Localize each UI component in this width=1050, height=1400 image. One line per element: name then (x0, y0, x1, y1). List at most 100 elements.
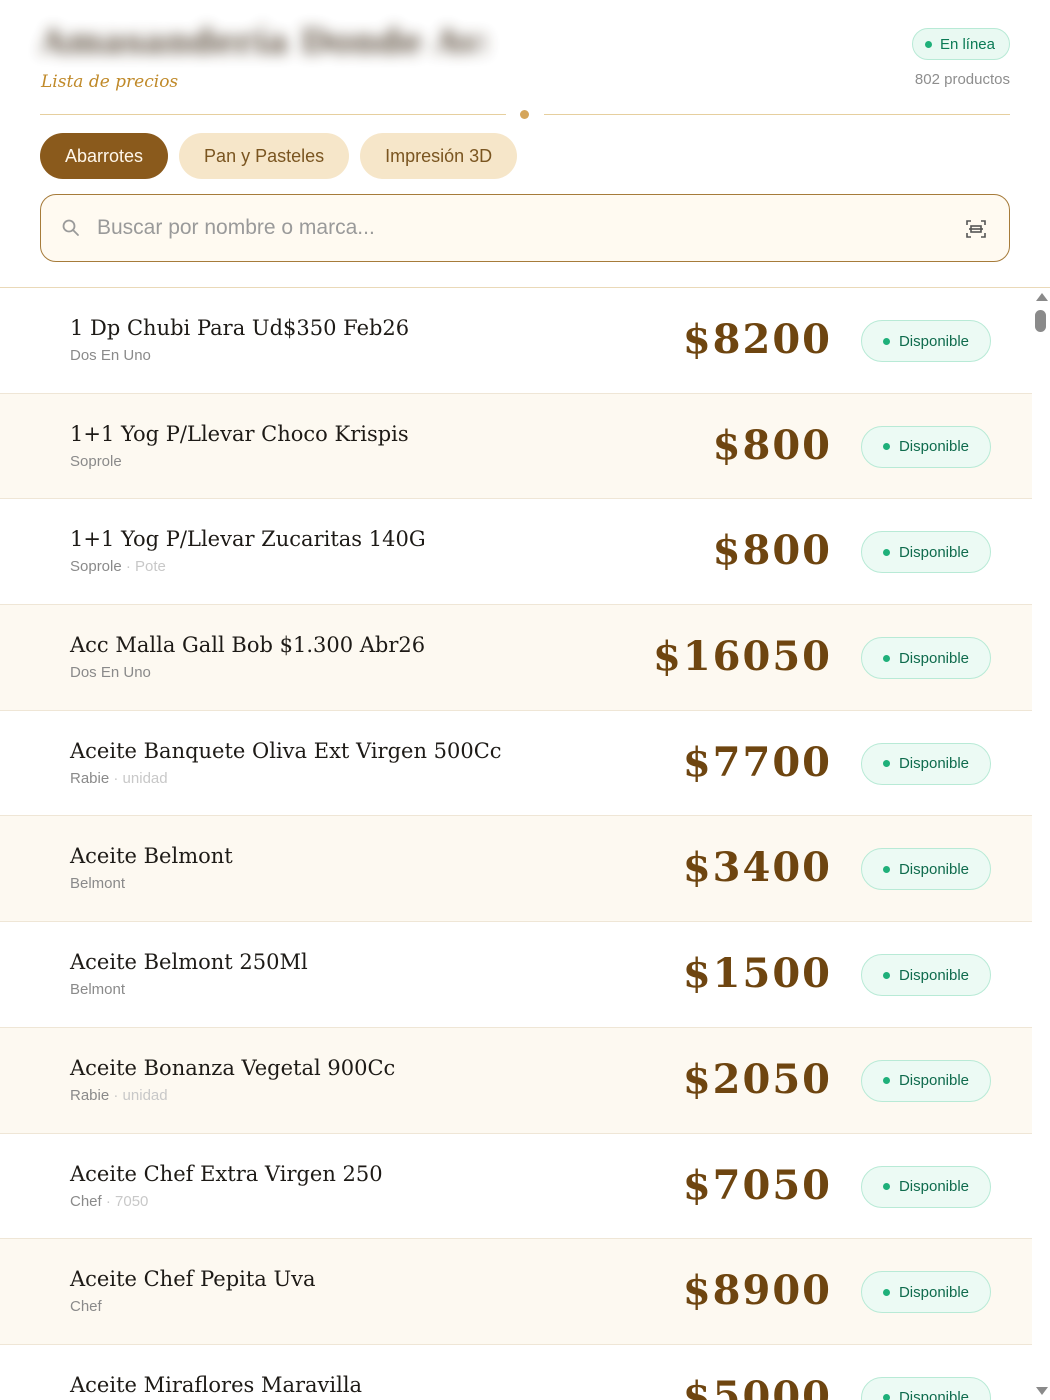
available-dot-icon (882, 1394, 890, 1400)
product-count: 802 productos (914, 71, 1010, 88)
available-dot-icon (882, 654, 890, 662)
product-brand: Belmont (70, 875, 126, 893)
available-dot-icon (882, 971, 890, 979)
product-price: $7050 (682, 1161, 832, 1209)
scroll-up-arrow-icon[interactable] (1036, 293, 1048, 301)
product-row[interactable]: Aceite Banquete Oliva Ext Virgen 500Cc R… (0, 710, 1032, 817)
search-box (40, 194, 1010, 262)
product-name: Aceite Chef Pepita Uva (70, 1267, 316, 1292)
availability-badge: Disponible (861, 1271, 991, 1314)
product-meta: Belmont (70, 875, 125, 892)
available-dot-icon (882, 337, 890, 345)
product-brand: Rabie (70, 769, 110, 787)
product-price: $800 (712, 421, 832, 469)
product-name: Acc Malla Gall Bob $1.300 Abr26 (70, 633, 426, 658)
product-row[interactable]: 1+1 Yog P/Llevar Choco Krispis Soprole $… (0, 393, 1032, 500)
product-price: $8900 (682, 1267, 832, 1315)
online-dot-icon (924, 40, 932, 48)
product-price: $3400 (682, 844, 832, 892)
product-name: Aceite Belmont (70, 844, 233, 869)
meta-separator: · (121, 558, 136, 576)
product-name: 1+1 Yog P/Llevar Choco Krispis (70, 421, 409, 446)
product-price: $1500 (682, 950, 832, 998)
product-price: $800 (712, 527, 832, 575)
scroll-thumb[interactable] (1035, 310, 1046, 332)
product-unit: 7050 (115, 1192, 149, 1210)
meta-separator: · (101, 1192, 116, 1210)
product-meta: Dos En Uno (70, 664, 151, 681)
available-dot-icon (882, 1077, 890, 1085)
barcode-scan-icon[interactable] (965, 218, 987, 240)
product-row[interactable]: 1+1 Yog P/Llevar Zucaritas 140G Soprole … (0, 499, 1032, 606)
divider-left (40, 114, 506, 115)
availability-badge: Disponible (861, 742, 991, 785)
product-name: 1+1 Yog P/Llevar Zucaritas 140G (70, 527, 426, 552)
availability-badge: Disponible (861, 637, 991, 680)
product-brand: Soprole (70, 452, 122, 470)
product-name: Aceite Chef Extra Virgen 250 (70, 1161, 383, 1186)
availability-label: Disponible (898, 1389, 970, 1400)
availability-badge: Disponible (861, 954, 991, 997)
divider-right (544, 114, 1010, 115)
product-row[interactable]: Aceite Belmont Belmont $3400 Disponible (0, 816, 1032, 923)
product-row[interactable]: Aceite Chef Extra Virgen 250 Chef · 7050… (0, 1133, 1032, 1240)
availability-label: Disponible (898, 966, 970, 984)
online-status-label: En línea (939, 35, 995, 53)
product-brand: Rabie (70, 1086, 110, 1104)
availability-label: Disponible (898, 332, 970, 350)
product-row[interactable]: Aceite Belmont 250Ml Belmont $1500 Dispo… (0, 922, 1032, 1028)
scroll-down-arrow-icon[interactable] (1036, 1387, 1048, 1395)
available-dot-icon (882, 443, 890, 451)
product-row[interactable]: Aceite Miraflores Maravilla $5000 Dispon… (0, 1344, 1032, 1400)
tab-pan-y-pasteles[interactable]: Pan y Pasteles (179, 133, 350, 179)
page-subtitle: Lista de precios (41, 72, 179, 92)
meta-separator: · (109, 769, 123, 787)
availability-label: Disponible (898, 1178, 970, 1195)
product-row[interactable]: 1 Dp Chubi Para Ud$350 Feb26 Dos En Uno … (0, 288, 1032, 394)
product-meta: Chef (70, 1298, 102, 1315)
product-row[interactable]: Aceite Bonanza Vegetal 900Cc Rabie · uni… (0, 1027, 1032, 1134)
available-dot-icon (882, 1183, 890, 1190)
tab-impresion-3d[interactable]: Impresión 3D (360, 133, 518, 179)
product-name: Aceite Banquete Oliva Ext Virgen 500Cc (70, 738, 502, 763)
availability-badge: Disponible (861, 320, 991, 362)
availability-badge: Disponible (861, 425, 991, 468)
availability-label: Disponible (898, 543, 970, 561)
scrollbar[interactable] (1032, 288, 1050, 1400)
search-icon (62, 219, 79, 236)
product-brand: Chef (70, 1298, 102, 1316)
availability-badge: Disponible (861, 848, 991, 891)
product-name: Aceite Belmont 250Ml (70, 950, 308, 975)
search-input[interactable] (97, 195, 947, 261)
availability-label: Disponible (898, 649, 970, 667)
availability-badge: Disponible (861, 1165, 991, 1208)
product-row[interactable]: Aceite Chef Pepita Uva Chef $8900 Dispon… (0, 1239, 1032, 1345)
online-status-badge: En línea (911, 28, 1010, 60)
divider-dot (520, 110, 529, 119)
product-brand: Soprole (70, 558, 122, 576)
product-unit: unidad (122, 769, 168, 787)
store-name: Amasandería Donde Avril (40, 22, 485, 62)
tab-abarrotes[interactable]: Abarrotes (40, 133, 169, 179)
availability-label: Disponible (898, 1283, 970, 1301)
available-dot-icon (882, 865, 890, 873)
product-price: $7700 (682, 738, 832, 786)
product-meta: Belmont (70, 981, 125, 998)
availability-badge: Disponible (861, 531, 991, 574)
product-name: Aceite Miraflores Maravilla (70, 1372, 363, 1397)
meta-separator: · (109, 1086, 123, 1104)
availability-badge: Disponible (861, 1059, 991, 1102)
category-tabs: Abarrotes Pan y Pasteles Impresión 3D (40, 133, 518, 179)
available-dot-icon (882, 760, 890, 768)
product-price: $16050 (653, 633, 832, 681)
product-brand: Belmont (70, 981, 126, 999)
available-dot-icon (882, 1288, 890, 1296)
product-price: $2050 (682, 1055, 832, 1103)
product-meta: Rabie · unidad (70, 1087, 168, 1104)
available-dot-icon (882, 548, 890, 556)
price-list-page: Amasandería Donde Avril Lista de precios… (0, 0, 1050, 1400)
product-row[interactable]: Acc Malla Gall Bob $1.300 Abr26 Dos En U… (0, 605, 1032, 711)
availability-label: Disponible (898, 438, 970, 456)
product-name: Aceite Bonanza Vegetal 900Cc (70, 1055, 396, 1080)
product-unit: Pote (135, 558, 166, 576)
